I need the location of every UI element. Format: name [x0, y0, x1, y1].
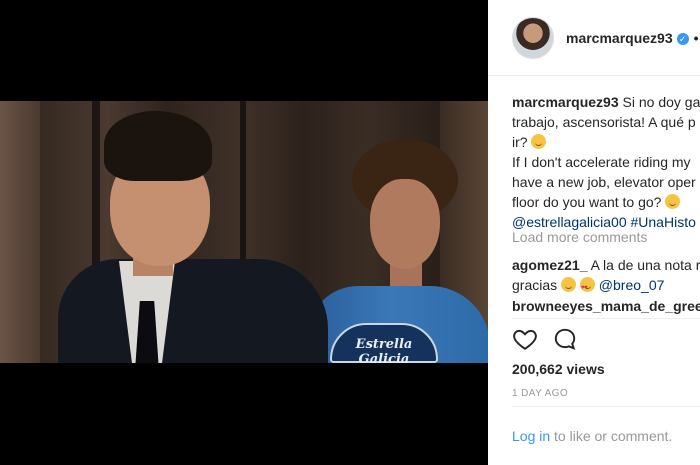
caption-text-1: Si no doy ga	[618, 94, 700, 110]
verified-icon: ✓	[676, 32, 689, 45]
caption-username[interactable]: marcmarquez93	[512, 94, 619, 110]
header-username[interactable]: marcmarquez93 ✓	[566, 30, 689, 46]
caption-text-4: If I don't accelerate riding my	[512, 154, 691, 170]
comment-username[interactable]: agomez21_	[512, 257, 587, 273]
post-media[interactable]: Estrella Galicia	[0, 0, 488, 465]
emoji-smile-icon	[665, 194, 681, 209]
timestamp[interactable]: 1 DAY AGO	[512, 388, 568, 399]
wall-panel	[0, 101, 40, 363]
man-hair	[104, 111, 212, 181]
login-prompt: Log in to like or comment.	[512, 428, 672, 444]
post-sidebar: marcmarquez93 ✓ • marcmarquez93 Si no doy…	[488, 0, 700, 465]
comment-item: browneeyes_mama_de_gree	[512, 298, 700, 314]
emoji-love-icon	[579, 277, 595, 298]
rider-face	[370, 179, 440, 269]
caption-text-6: floor do you want to go?	[512, 194, 666, 210]
sponsor-logo: Estrella Galicia	[330, 323, 438, 363]
header-more-dot: •	[693, 29, 699, 46]
comment-icon[interactable]	[552, 326, 578, 352]
divider	[512, 318, 700, 319]
caption-text-3: ir?	[512, 134, 532, 150]
caption-hashtag[interactable]: #UnaHisto	[627, 214, 695, 230]
comment-mention[interactable]: @breo_07	[595, 277, 665, 293]
emoji-smile-icon	[531, 134, 547, 149]
comment-text: A la de una nota r	[587, 257, 700, 273]
login-link[interactable]: Log in	[512, 428, 550, 444]
divider	[512, 406, 700, 407]
caption-text-2: trabajo, ascensorista! A qué p	[512, 114, 696, 130]
caption: marcmarquez93 Si no doy ga trabajo, asce…	[512, 92, 700, 232]
heart-icon[interactable]	[512, 326, 538, 352]
comment-item: agomez21_ A la de una nota r gracias @br…	[512, 255, 700, 298]
avatar[interactable]	[512, 16, 554, 59]
video-frame[interactable]: Estrella Galicia	[0, 101, 488, 363]
comment-username[interactable]: browneeyes_mama_de_gree	[512, 298, 700, 314]
login-prompt-text: to like or comment.	[550, 428, 673, 444]
view-count[interactable]: 200,662 views	[512, 361, 605, 377]
caption-text-5: have a new job, elevator oper	[512, 174, 696, 190]
emoji-smile-icon	[561, 277, 577, 292]
comment-text-2: gracias	[512, 277, 562, 293]
caption-mention[interactable]: @estrellagalicia00	[512, 214, 627, 230]
man-suit-jacket	[58, 259, 328, 363]
post-header: marcmarquez93 ✓ •	[488, 0, 700, 76]
load-more-comments-link[interactable]: Load more comments	[512, 229, 647, 245]
sponsor-logo-text: Estrella Galicia	[355, 337, 413, 363]
